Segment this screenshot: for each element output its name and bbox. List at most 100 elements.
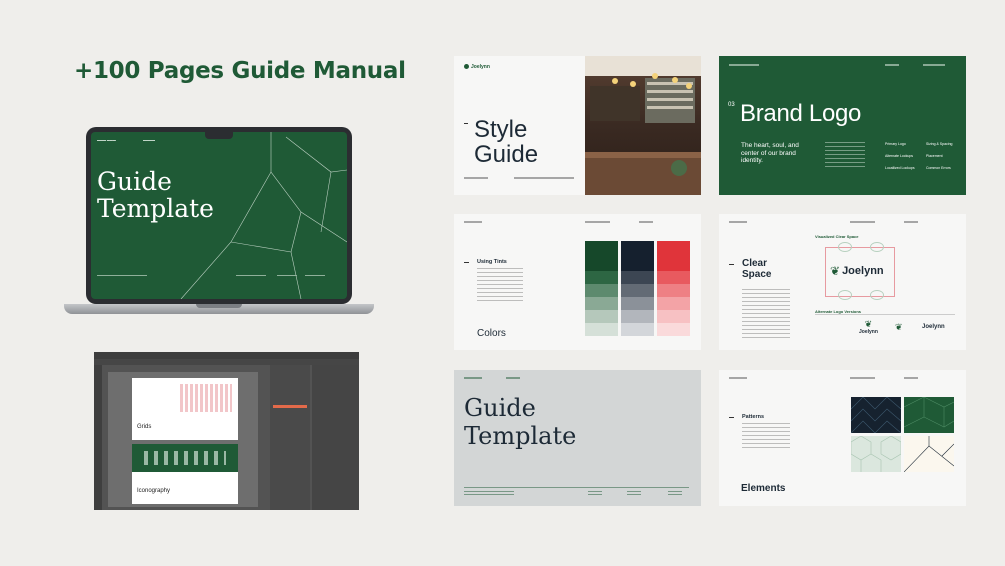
clear-title: Clear Space — [742, 258, 771, 280]
pattern-green-lines — [903, 396, 955, 428]
clear-title-line1: Clear — [742, 258, 768, 269]
pattern-cream-lines — [903, 436, 955, 473]
guide-footer-col2 — [627, 491, 641, 497]
clear-header-1 — [729, 221, 747, 223]
alt-logo-stacked: ❦ Joelynn — [859, 319, 878, 336]
editor-panel-left[interactable] — [270, 365, 310, 510]
colors-title: Colors — [477, 328, 506, 339]
laptop-lip — [196, 304, 242, 308]
leaf-logo-icon: ❦ — [830, 264, 841, 278]
page-grids-label: Grids — [137, 424, 152, 430]
style-guide-title-line2: Guide — [474, 141, 539, 168]
editor-page-iconography[interactable]: Iconography — [132, 444, 238, 504]
toc-errors[interactable]: Common Errors — [926, 166, 951, 170]
brand-logo-number: 03 — [728, 102, 735, 108]
clear-marker — [729, 264, 734, 265]
guide-footer-col1 — [588, 491, 602, 497]
pattern-mint-lines — [850, 435, 902, 472]
colors-header-3 — [639, 221, 653, 223]
clear-header-3 — [904, 221, 918, 223]
palette-red — [657, 241, 690, 336]
editor-titlebar — [94, 352, 359, 359]
page-headline: +100 Pages Guide Manual — [74, 58, 406, 84]
swatch-red-2 — [657, 284, 690, 297]
palette-navy — [621, 241, 654, 336]
alt-logo-2-text: Joelynn — [922, 324, 945, 330]
pattern-tile-mint — [850, 435, 902, 472]
colors-marker — [464, 262, 469, 263]
visualized-label: Visualized Clear Space — [815, 234, 859, 239]
swatch-red-1 — [657, 271, 690, 284]
screen-footer-col2 — [277, 275, 297, 285]
swatch-red-4 — [657, 310, 690, 323]
clear-space-box: ❦ Joelynn — [825, 242, 895, 300]
clear-logo: ❦ Joelynn — [830, 264, 884, 278]
pattern-tile-navy — [850, 396, 902, 434]
editor-toolbar[interactable] — [94, 365, 102, 510]
clear-title-line2: Space — [742, 269, 772, 280]
swatch-green-4 — [585, 310, 618, 323]
screen-footer-text — [97, 275, 147, 285]
colors-header-2 — [585, 221, 610, 223]
alt-leaf-only-icon: ❦ — [895, 322, 903, 332]
editor-page-grids[interactable]: Grids — [132, 378, 238, 440]
laptop-screen: ▬▬▬ ▬▬▬ ▬▬▬▬ Guide Template — [91, 132, 347, 299]
clear-ghost-top — [838, 242, 852, 252]
guide-template-title: Guide Template — [464, 394, 576, 450]
screen-footer-col3 — [305, 275, 325, 285]
style-guide-title-line1: Style — [474, 116, 528, 143]
colors-body-text — [477, 268, 523, 302]
clear-body-text — [742, 289, 790, 339]
pattern-tile-green — [903, 396, 955, 433]
guide-title-line2: Template — [464, 422, 577, 450]
toc-sizing[interactable]: Sizing & Spacing — [926, 142, 952, 146]
cafe-photo — [585, 56, 701, 195]
screen-header-left: ▬▬▬ ▬▬▬ — [97, 138, 116, 142]
alt-logo-1-text: Joelynn — [859, 329, 878, 335]
patterns-body-text — [742, 423, 790, 449]
swatch-red-0 — [657, 241, 690, 271]
toc-alternate[interactable]: Alternate Lockups — [885, 154, 922, 158]
page-iconography-label: Iconography — [137, 488, 171, 494]
card-style-guide: Joelynn Style Guide — [454, 56, 701, 195]
cafe-photo-image — [585, 56, 701, 195]
editor-panel-right[interactable] — [312, 365, 359, 510]
dash-marker — [464, 123, 468, 124]
elements-header-2 — [850, 377, 875, 379]
swatch-navy-5 — [621, 323, 654, 336]
brand-logo-header-2 — [885, 64, 899, 66]
editor-window: Grids Iconography — [94, 352, 359, 510]
swatch-green-2 — [585, 284, 618, 297]
brand-logo-header-1 — [729, 64, 759, 66]
clear-logo-text: Joelynn — [842, 265, 884, 277]
elements-header-3 — [904, 377, 918, 379]
swatch-navy-3 — [621, 297, 654, 310]
alt-leaf-icon: ❦ — [864, 319, 873, 329]
editor-canvas[interactable]: Grids Iconography — [108, 372, 258, 507]
card-guide-template: Guide Template — [454, 370, 701, 506]
guide-title-line1: Guide — [464, 394, 536, 422]
clear-header-2 — [850, 221, 875, 223]
pattern-tile-cream — [903, 436, 955, 473]
toc-placement[interactable]: Placement — [926, 154, 943, 158]
toc-primary-logo[interactable]: Primary Logo — [885, 142, 922, 146]
brand-logo-tagline: The heart, soul, and center of our brand… — [741, 142, 799, 164]
clear-ghost-top-2 — [870, 242, 884, 252]
screen-header-right: ▬▬▬▬ — [143, 138, 155, 142]
icon-row — [144, 451, 226, 465]
swatch-navy-0 — [621, 241, 654, 271]
brand-logo-body-text — [825, 142, 865, 168]
brand-mark-icon — [464, 64, 469, 69]
elements-header-1 — [729, 377, 747, 379]
swatch-navy-1 — [621, 271, 654, 284]
style-guide-brand: Joelynn — [471, 64, 490, 70]
toc-localized[interactable]: Locallized Lockups — [885, 166, 922, 170]
pattern-navy-lines — [850, 396, 902, 434]
brand-logo-header-3 — [923, 64, 945, 66]
style-guide-title: Style Guide — [474, 117, 538, 167]
guide-footer-col3 — [668, 491, 682, 497]
panel-selection[interactable] — [273, 405, 307, 408]
grid-columns — [180, 384, 232, 412]
elements-title: Elements — [741, 483, 786, 494]
patterns-subtitle: Patterns — [742, 414, 765, 420]
